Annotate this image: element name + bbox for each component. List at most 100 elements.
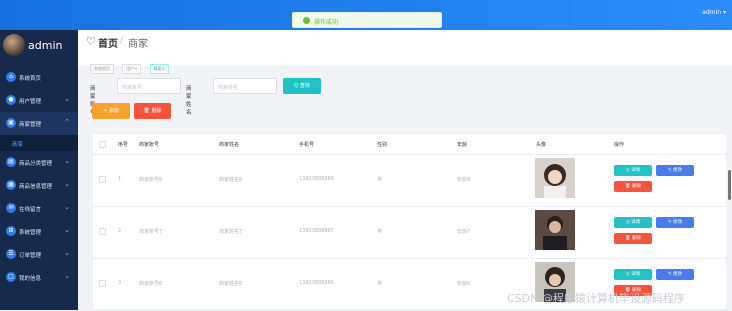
- tag-merchants[interactable]: 商家×: [149, 64, 169, 74]
- cell-account: 商家账号8: [139, 177, 163, 183]
- sidebar-subitem-label: 商家: [12, 142, 24, 148]
- column-header: 操作: [614, 142, 625, 148]
- tag-home[interactable]: 系统首页: [90, 64, 114, 74]
- view-button[interactable]: ◎ 详情: [614, 165, 652, 176]
- sidebar-item-label: 用户管理: [19, 99, 42, 105]
- goods-icon: ▦: [6, 180, 16, 190]
- column-header: 商家姓名: [219, 142, 240, 148]
- sidebar-brand: admin: [3, 34, 77, 58]
- home-icon: ⌂: [6, 72, 16, 82]
- table-row: 1 商家账号8 商家姓名8 13823888888 男 年龄8 ◎ 详情 ✎ 修…: [93, 154, 726, 207]
- sidebar-item-profile[interactable]: ▢ 我的信息 ⌄: [0, 266, 78, 289]
- profile-icon: ▢: [6, 272, 16, 282]
- cell-name: 商家姓名8: [219, 177, 243, 183]
- column-header: 手机号: [299, 142, 315, 148]
- avatar-photo: [535, 210, 575, 250]
- sidebar-item-merchants[interactable]: ▣ 商家管理 ⌃: [0, 112, 78, 135]
- chevron-down-icon: ⌄: [64, 272, 70, 280]
- batch-delete-button[interactable]: 🗑 删除: [134, 103, 171, 119]
- tag-users[interactable]: 用户×: [122, 64, 142, 74]
- sidebar-item-goods[interactable]: ▦ 商品信息管理 ⌄: [0, 174, 78, 197]
- sidebar-item-label: 商品分类管理: [19, 161, 53, 167]
- select-all-checkbox[interactable]: [99, 141, 106, 148]
- account-search-input[interactable]: 商家账号: [117, 78, 181, 94]
- sidebar-item-orders[interactable]: ☰ 订单管理 ⌄: [0, 243, 78, 266]
- order-icon: ☰: [6, 249, 16, 259]
- row-checkbox[interactable]: [99, 228, 106, 235]
- chevron-down-icon: ⌄: [64, 203, 70, 211]
- row-checkbox[interactable]: [99, 280, 106, 287]
- store-icon: ▣: [6, 118, 16, 128]
- message-icon: ✉: [6, 203, 16, 213]
- view-button[interactable]: ◎ 详情: [614, 269, 652, 280]
- cell-gender: 男: [377, 177, 383, 183]
- merchant-table: 序号 商家账号 商家姓名 手机号 性别 年龄 头像 操作 1 商家账号8 商家姓…: [92, 133, 727, 311]
- cell-no: 2: [118, 228, 122, 234]
- cell-name: 商家姓名7: [219, 229, 243, 235]
- check-circle-icon: [303, 17, 310, 24]
- row-checkbox[interactable]: [99, 176, 106, 183]
- cell-gender: 男: [377, 281, 383, 287]
- chevron-up-icon: ⌃: [64, 118, 70, 126]
- delete-button[interactable]: 🗑 删除: [614, 233, 652, 244]
- cell-account: 商家账号7: [139, 229, 163, 235]
- sidebar: admin ⌂ 系统首页 ● 用户管理 ⌄ ▣ 商家管理 ⌃ 商家 ▤ 商品分类…: [0, 30, 78, 310]
- delete-button[interactable]: 🗑 删除: [614, 181, 652, 192]
- chevron-down-icon: ⌄: [64, 249, 70, 257]
- sidebar-item-label: 我的信息: [19, 276, 42, 282]
- column-header: 性别: [377, 142, 388, 148]
- chevron-down-icon: ⌄: [64, 226, 70, 234]
- breadcrumb-home[interactable]: 首页: [98, 35, 118, 50]
- cell-name: 商家姓名6: [219, 281, 243, 287]
- table-row: 2 商家账号7 商家姓名7 13823888887 男 年龄7 ◎ 详情 ✎ 修…: [93, 206, 726, 259]
- toast-message: 操作成功: [314, 19, 339, 26]
- chevron-down-icon: ⌄: [64, 180, 70, 188]
- sidebar-item-messages[interactable]: ✉ 在线留言 ⌄: [0, 197, 78, 220]
- user-icon: ●: [6, 95, 16, 105]
- sidebar-user-name: admin: [28, 39, 63, 52]
- column-header: 头像: [536, 142, 547, 148]
- sidebar-item-users[interactable]: ● 用户管理 ⌄: [0, 89, 78, 112]
- edit-button[interactable]: ✎ 修改: [656, 269, 694, 280]
- page-header: ♡ 首页 / 商家 系统首页 用户× 商家×: [78, 30, 732, 74]
- cell-phone: 13823888887: [299, 228, 334, 234]
- sidebar-item-system[interactable]: ⊞ 系统管理 ⌄: [0, 220, 78, 243]
- cell-age: 年龄7: [457, 229, 471, 235]
- breadcrumb-separator: /: [120, 36, 124, 46]
- page-scrollbar[interactable]: [728, 170, 731, 200]
- avatar-photo: [535, 158, 575, 198]
- sidebar-subitem-merchant[interactable]: 商家: [0, 135, 78, 151]
- watermark: CSDN @程序猿计算机毕设源码程序: [507, 292, 685, 305]
- sidebar-item-categories[interactable]: ▤ 商品分类管理 ⌄: [0, 151, 78, 174]
- column-header: 年龄: [457, 142, 468, 148]
- sidebar-item-label: 订单管理: [19, 253, 42, 259]
- sidebar-item-label: 系统首页: [19, 76, 42, 82]
- category-icon: ▤: [6, 157, 16, 167]
- edit-button[interactable]: ✎ 修改: [656, 217, 694, 228]
- table-header: 序号 商家账号 商家姓名 手机号 性别 年龄 头像 操作: [93, 134, 726, 155]
- user-dropdown[interactable]: admin ▾: [702, 9, 726, 16]
- column-header: 序号: [118, 142, 129, 148]
- sidebar-item-home[interactable]: ⌂ 系统首页: [0, 66, 78, 89]
- cell-phone: 13823888888: [299, 176, 334, 182]
- name-label: 商家姓名: [186, 86, 192, 116]
- sidebar-item-label: 商家管理: [19, 122, 42, 128]
- sidebar-item-label: 系统管理: [19, 230, 42, 236]
- cell-account: 商家账号6: [139, 281, 163, 287]
- grid-icon: ⊞: [6, 226, 16, 236]
- edit-button[interactable]: ✎ 修改: [656, 165, 694, 176]
- column-header: 商家账号: [139, 142, 160, 148]
- heart-icon: ♡: [86, 35, 96, 48]
- cell-phone: 13823888886: [299, 280, 334, 286]
- success-toast: 操作成功: [292, 12, 442, 28]
- breadcrumb-current: 商家: [128, 39, 148, 50]
- search-button[interactable]: Q 查询: [283, 78, 321, 94]
- name-search-input[interactable]: 商家姓名: [213, 78, 277, 94]
- cell-age: 年龄6: [457, 281, 471, 287]
- view-button[interactable]: ◎ 详情: [614, 217, 652, 228]
- cell-no: 3: [118, 280, 122, 286]
- cell-gender: 男: [377, 229, 383, 235]
- sidebar-menu: ⌂ 系统首页 ● 用户管理 ⌄ ▣ 商家管理 ⌃ 商家 ▤ 商品分类管理 ⌄ ▦…: [0, 66, 78, 289]
- cell-no: 1: [118, 176, 122, 182]
- add-button[interactable]: + 添加: [92, 103, 130, 119]
